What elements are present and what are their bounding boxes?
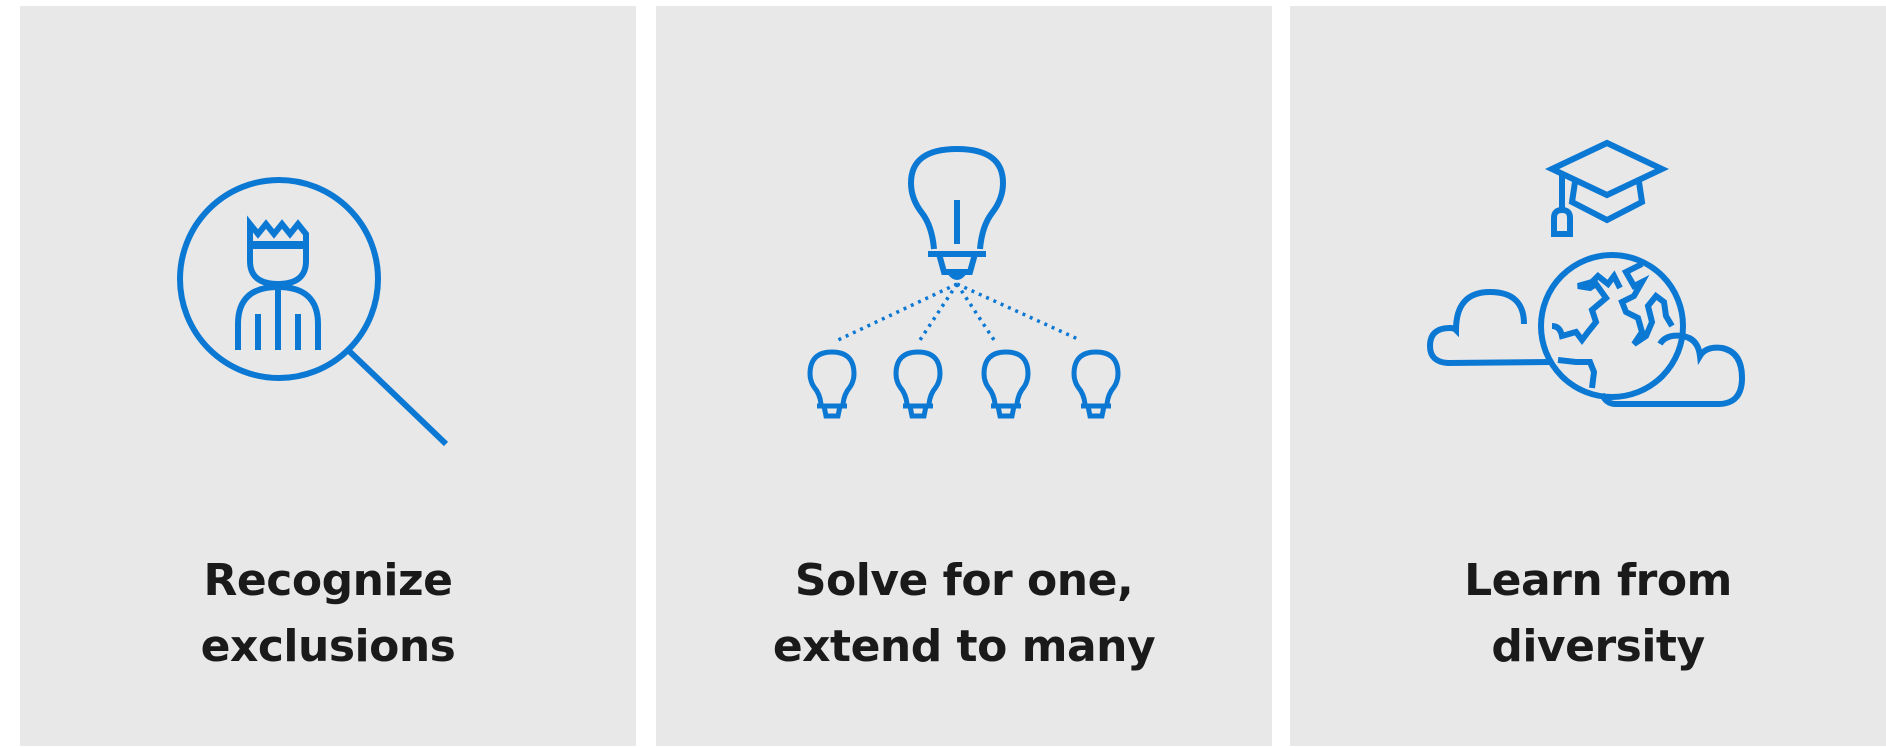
card-solve-for-one: Solve for one, extend to many: [656, 6, 1272, 746]
title-line-1: Learn from: [1464, 555, 1732, 606]
card-title: Learn from diversity: [1290, 548, 1886, 680]
lightbulb-network-icon: [807, 145, 1121, 419]
title-line-1: Recognize: [203, 555, 453, 606]
magnifier-person-icon: [177, 177, 449, 447]
card-title: Solve for one, extend to many: [656, 548, 1272, 680]
globe-graduation-icon: [1426, 139, 1746, 407]
card-learn-from-diversity: Learn from diversity: [1290, 6, 1886, 746]
title-line-2: exclusions: [200, 621, 456, 672]
title-line-2: extend to many: [772, 621, 1156, 672]
principles-cards: Recognize exclusions Solve for one, exte…: [0, 0, 1886, 747]
title-line-1: Solve for one,: [794, 555, 1134, 606]
card-title: Recognize exclusions: [20, 548, 636, 680]
title-line-2: diversity: [1491, 621, 1705, 672]
card-recognize-exclusions: Recognize exclusions: [20, 6, 636, 746]
